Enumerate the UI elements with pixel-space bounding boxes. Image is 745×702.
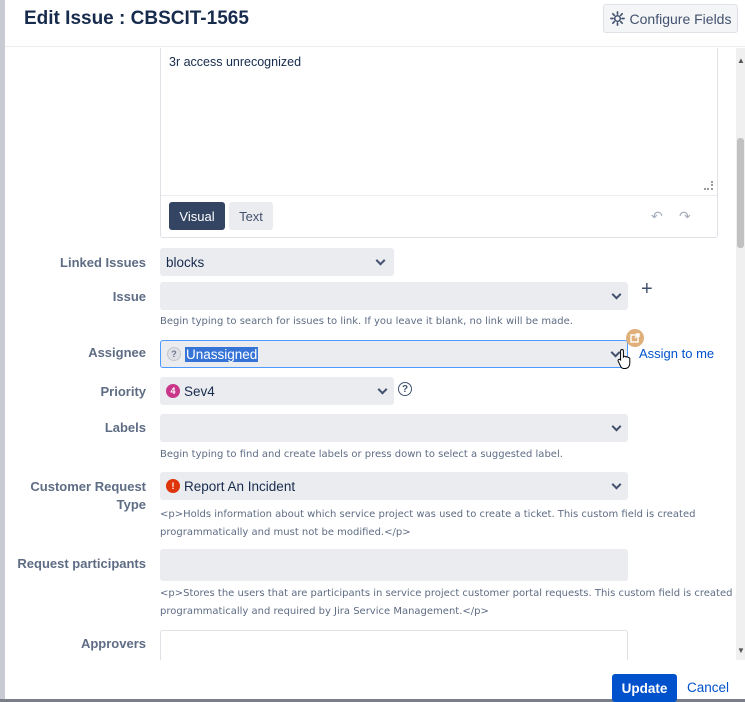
update-button[interactable]: Update: [612, 674, 677, 702]
linked-issues-label: Linked Issues: [60, 255, 146, 270]
assign-to-me-link[interactable]: Assign to me: [639, 346, 714, 361]
incident-icon: !: [166, 479, 180, 493]
request-participants-help-line1: <p>Stores the users that are participant…: [160, 588, 733, 599]
scrollbar-thumb[interactable]: [737, 138, 744, 248]
resize-grip-icon[interactable]: [704, 181, 713, 190]
customer-request-type-label-line2: Type: [116, 497, 146, 512]
tab-text[interactable]: Text: [229, 202, 273, 230]
approvers-input[interactable]: [160, 630, 628, 660]
tab-visual[interactable]: Visual: [169, 202, 225, 230]
description-editor[interactable]: 3r access unrecognized Visual Text ↶ ↷: [160, 48, 718, 238]
issue-help: Begin typing to search for issues to lin…: [160, 316, 573, 327]
priority-sev4-icon: 4: [166, 384, 180, 398]
external-link-icon[interactable]: [626, 329, 644, 347]
assignee-label: Assignee: [88, 345, 146, 360]
customer-request-type-help-line2: programmatically and must not be modifie…: [160, 527, 411, 538]
priority-value: Sev4: [184, 383, 215, 399]
configure-fields-button[interactable]: Configure Fields: [603, 4, 738, 33]
request-participants-help-line2: programmatically and required by Jira Se…: [160, 606, 489, 617]
unassigned-avatar-icon: ?: [167, 347, 181, 361]
scrollbar[interactable]: ▲ ▼: [736, 48, 745, 660]
dialog-content[interactable]: 3r access unrecognized Visual Text ↶ ↷ L…: [5, 48, 745, 660]
priority-label: Priority: [100, 384, 146, 399]
customer-request-type-value: Report An Incident: [184, 478, 296, 494]
labels-select[interactable]: [160, 414, 628, 442]
gear-icon: [609, 11, 625, 26]
add-issue-icon[interactable]: +: [641, 278, 653, 301]
issue-select[interactable]: [160, 282, 628, 310]
dialog-footer: Update Cancel: [5, 660, 745, 702]
request-participants-input[interactable]: [160, 549, 628, 581]
chevron-down-icon: [611, 479, 622, 490]
redo-icon[interactable]: ↷: [679, 208, 691, 225]
configure-fields-label: Configure Fields: [629, 10, 732, 27]
priority-select[interactable]: 4 Sev4: [160, 377, 394, 405]
scroll-down-icon[interactable]: ▼: [737, 646, 745, 655]
dialog-title: Edit Issue : CBSCIT-1565: [24, 8, 249, 29]
request-participants-label: Request participants: [17, 556, 146, 571]
assignee-value: Unassigned: [185, 346, 259, 362]
labels-help: Begin typing to find and create labels o…: [160, 449, 563, 460]
labels-label: Labels: [104, 420, 146, 435]
editor-toolbar: Visual Text ↶ ↷: [161, 195, 717, 237]
issue-label: Issue: [112, 289, 146, 304]
undo-icon[interactable]: ↶: [651, 208, 663, 225]
customer-request-type-label-line1: Customer Request: [30, 479, 146, 494]
chevron-down-icon: [375, 255, 386, 266]
linked-issues-select[interactable]: blocks: [160, 248, 394, 276]
customer-request-type-select[interactable]: ! Report An Incident: [160, 472, 628, 500]
assignee-select[interactable]: ? Unassigned: [160, 340, 628, 368]
help-icon[interactable]: ?: [398, 382, 412, 396]
description-text[interactable]: 3r access unrecognized: [169, 55, 301, 69]
hand-cursor-icon: [617, 348, 631, 369]
linked-issues-value: blocks: [166, 254, 205, 270]
edit-issue-dialog: Edit Issue : CBSCIT-1565 Configure Field…: [5, 0, 745, 702]
chevron-down-icon: [611, 289, 622, 300]
chevron-down-icon: [377, 384, 388, 395]
customer-request-type-help-line1: <p>Holds information about which service…: [160, 509, 696, 520]
cancel-button[interactable]: Cancel: [687, 680, 729, 695]
scroll-up-icon[interactable]: ▲: [737, 56, 745, 65]
dialog-header: Edit Issue : CBSCIT-1565 Configure Field…: [5, 0, 745, 47]
approvers-label: Approvers: [80, 636, 146, 651]
chevron-down-icon: [611, 421, 622, 432]
